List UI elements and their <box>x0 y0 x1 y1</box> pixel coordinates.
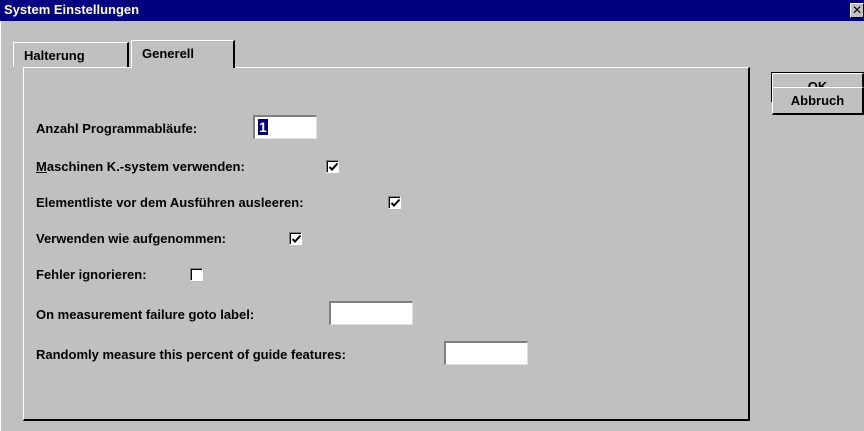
machine-cs-label-rest: aschinen K.-system verwenden: <box>46 159 245 174</box>
close-button[interactable]: ✕ <box>850 3 864 18</box>
machine-cs-label-mnemonic: M <box>36 159 47 174</box>
program-runs-label: Anzahl Programmabläufe: <box>36 121 198 136</box>
machine-cs-label: Maschinen K.-system verwenden: <box>36 159 245 174</box>
random-measure-input[interactable] <box>444 341 528 365</box>
use-as-recorded-label: Verwenden wie aufgenommen: <box>36 231 226 246</box>
use-as-recorded-checkbox[interactable] <box>289 232 302 245</box>
close-icon: ✕ <box>851 3 863 17</box>
program-runs-input[interactable]: 1 <box>253 115 317 139</box>
failure-goto-label: On measurement failure goto label: <box>36 307 255 322</box>
checkmark-icon <box>390 198 401 207</box>
window-title: System Einstellungen <box>4 2 140 17</box>
program-runs-value: 1 <box>258 119 268 135</box>
clear-elements-label: Elementliste vor dem Ausführen ausleeren… <box>36 195 304 210</box>
ignore-errors-label: Fehler ignorieren: <box>36 267 147 282</box>
tab-halterung-label: Halterung <box>24 48 85 63</box>
clear-elements-checkbox[interactable] <box>388 196 401 209</box>
tab-generell[interactable]: Generell <box>131 40 235 71</box>
machine-cs-checkbox[interactable] <box>326 160 339 173</box>
tab-halterung[interactable]: Halterung <box>13 42 129 67</box>
random-measure-label: Randomly measure this percent of guide f… <box>36 347 346 362</box>
failure-goto-input[interactable] <box>329 301 413 325</box>
title-bar: System Einstellungen ✕ <box>0 0 864 21</box>
cancel-button[interactable]: Abbruch <box>772 87 864 115</box>
dialog-body: Halterung Generell Anzahl Programmabläuf… <box>0 21 864 431</box>
tab-generell-label: Generell <box>142 46 195 61</box>
checkmark-icon <box>291 234 302 243</box>
ignore-errors-checkbox[interactable] <box>190 268 203 281</box>
checkmark-icon <box>328 162 339 171</box>
tab-panel-generell: Anzahl Programmabläufe: 1 Maschinen K.-s… <box>23 67 750 421</box>
